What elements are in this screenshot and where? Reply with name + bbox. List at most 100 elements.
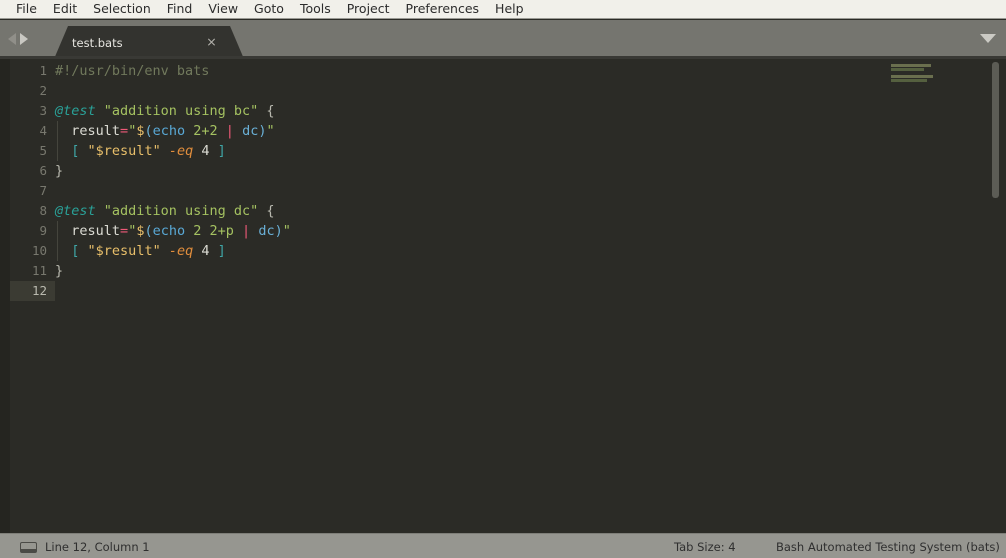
minimap[interactable] bbox=[885, 59, 985, 533]
code-token: 4 bbox=[201, 143, 210, 159]
code-token: ( bbox=[144, 223, 153, 239]
code-line[interactable]: result="$(echo 2 2+p | dc)" bbox=[55, 221, 291, 241]
code-token: result bbox=[71, 123, 121, 139]
indent-guide bbox=[57, 121, 58, 141]
indent-guide bbox=[57, 221, 58, 241]
vertical-scrollbar[interactable] bbox=[985, 59, 1006, 533]
code-line[interactable]: result="$(echo 2+2 | dc)" bbox=[55, 121, 275, 141]
menu-item-preferences[interactable]: Preferences bbox=[398, 0, 488, 18]
menu-item-tools[interactable]: Tools bbox=[292, 0, 339, 18]
arrow-left-icon[interactable] bbox=[8, 33, 16, 45]
code-token: echo bbox=[152, 223, 186, 239]
line-number: 8 bbox=[39, 203, 47, 218]
code-token: ( bbox=[144, 123, 153, 139]
code-line[interactable]: [ "$result" -eq 4 ] bbox=[55, 141, 226, 161]
minimap-line bbox=[891, 68, 924, 71]
code-token: "$result" bbox=[87, 143, 161, 159]
line-number-gutter: 1 2 3 4 5 6 7 8 9 10 11 12 bbox=[10, 59, 55, 533]
code-token: " bbox=[266, 123, 275, 139]
code-token: @test bbox=[55, 203, 96, 219]
menu-item-find[interactable]: Find bbox=[159, 0, 201, 18]
code-token: @test bbox=[55, 103, 96, 119]
code-token: "addition using bc" bbox=[103, 103, 259, 119]
tab-bar: test.bats × bbox=[0, 20, 1006, 59]
menu-bar: File Edit Selection Find View Goto Tools Projec… bbox=[0, 0, 1006, 19]
line-number: 3 bbox=[39, 103, 47, 118]
vertical-scrollbar-thumb[interactable] bbox=[992, 62, 999, 198]
indent-guide bbox=[57, 241, 58, 261]
code-content[interactable]: #!/usr/bin/env bats @test "addition using… bbox=[55, 59, 1006, 533]
code-token: #!/usr/bin/env bats bbox=[55, 63, 210, 79]
line-number: 4 bbox=[39, 123, 47, 138]
code-token: 4 bbox=[201, 243, 210, 259]
code-line[interactable]: #!/usr/bin/env bats bbox=[55, 61, 209, 81]
minimap-line bbox=[891, 79, 927, 82]
code-token: echo bbox=[152, 123, 186, 139]
gutter-strip bbox=[0, 59, 10, 533]
code-line[interactable]: [ "$result" -eq 4 ] bbox=[55, 241, 226, 261]
code-token: } bbox=[55, 163, 64, 179]
code-token: = bbox=[120, 123, 129, 139]
line-number: 12 bbox=[31, 283, 47, 298]
code-line[interactable]: @test "addition using bc" { bbox=[55, 101, 275, 121]
console-icon[interactable] bbox=[20, 542, 37, 553]
code-line[interactable]: @test "addition using dc" { bbox=[55, 201, 275, 221]
line-number: 2 bbox=[39, 83, 47, 98]
status-bar: Line 12, Column 1 Tab Size: 4 Bash Autom… bbox=[0, 533, 1006, 558]
sublime-text-window: File Edit Selection Find View Goto Tools Projec… bbox=[0, 0, 1006, 558]
menu-item-help[interactable]: Help bbox=[487, 0, 532, 18]
line-number: 10 bbox=[31, 243, 47, 258]
code-line[interactable]: } bbox=[55, 261, 63, 281]
status-line-column: Line 12, Column 1 bbox=[45, 540, 150, 554]
menu-item-goto[interactable]: Goto bbox=[246, 0, 292, 18]
code-line[interactable]: } bbox=[55, 161, 63, 181]
code-token: ] bbox=[217, 143, 226, 159]
status-syntax-mode[interactable]: Bash Automated Testing System (bats) bbox=[776, 540, 1000, 554]
code-token: = bbox=[120, 223, 129, 239]
arrow-right-icon[interactable] bbox=[20, 33, 28, 45]
code-token: { bbox=[266, 103, 275, 119]
chevron-down-icon[interactable] bbox=[980, 34, 996, 48]
close-icon[interactable]: × bbox=[205, 35, 218, 48]
minimap-line bbox=[891, 64, 931, 67]
code-editor[interactable]: 1 2 3 4 5 6 7 8 9 10 11 12 #!/usr/bin/env bats @test… bbox=[0, 59, 1006, 533]
editor-tab-label: test.bats bbox=[72, 36, 123, 50]
code-token: dc bbox=[242, 123, 259, 139]
line-number: 1 bbox=[39, 63, 47, 78]
line-number: 6 bbox=[39, 163, 47, 178]
code-token: 2+2 bbox=[193, 123, 218, 139]
code-token: -eq bbox=[168, 243, 194, 259]
code-token: dc bbox=[258, 223, 275, 239]
code-token: "addition using dc" bbox=[103, 203, 259, 219]
tab-navigation-arrows[interactable] bbox=[8, 31, 48, 47]
code-token: result bbox=[71, 223, 121, 239]
status-tab-size[interactable]: Tab Size: 4 bbox=[674, 540, 736, 554]
menu-item-view[interactable]: View bbox=[200, 0, 246, 18]
code-token: ) bbox=[274, 223, 283, 239]
code-token: | bbox=[225, 123, 234, 139]
menu-item-edit[interactable]: Edit bbox=[45, 0, 85, 18]
indent-guide bbox=[57, 141, 58, 161]
minimap-line bbox=[891, 75, 933, 78]
code-token: } bbox=[55, 263, 64, 279]
code-token: -eq bbox=[168, 143, 194, 159]
menu-item-project[interactable]: Project bbox=[339, 0, 398, 18]
code-token: { bbox=[266, 203, 275, 219]
line-number: 11 bbox=[31, 263, 47, 278]
menu-item-file[interactable]: File bbox=[8, 0, 45, 18]
menu-item-selection[interactable]: Selection bbox=[85, 0, 159, 18]
line-number: 7 bbox=[39, 183, 47, 198]
line-number: 9 bbox=[39, 223, 47, 238]
code-token: 2 2+p bbox=[193, 223, 234, 239]
